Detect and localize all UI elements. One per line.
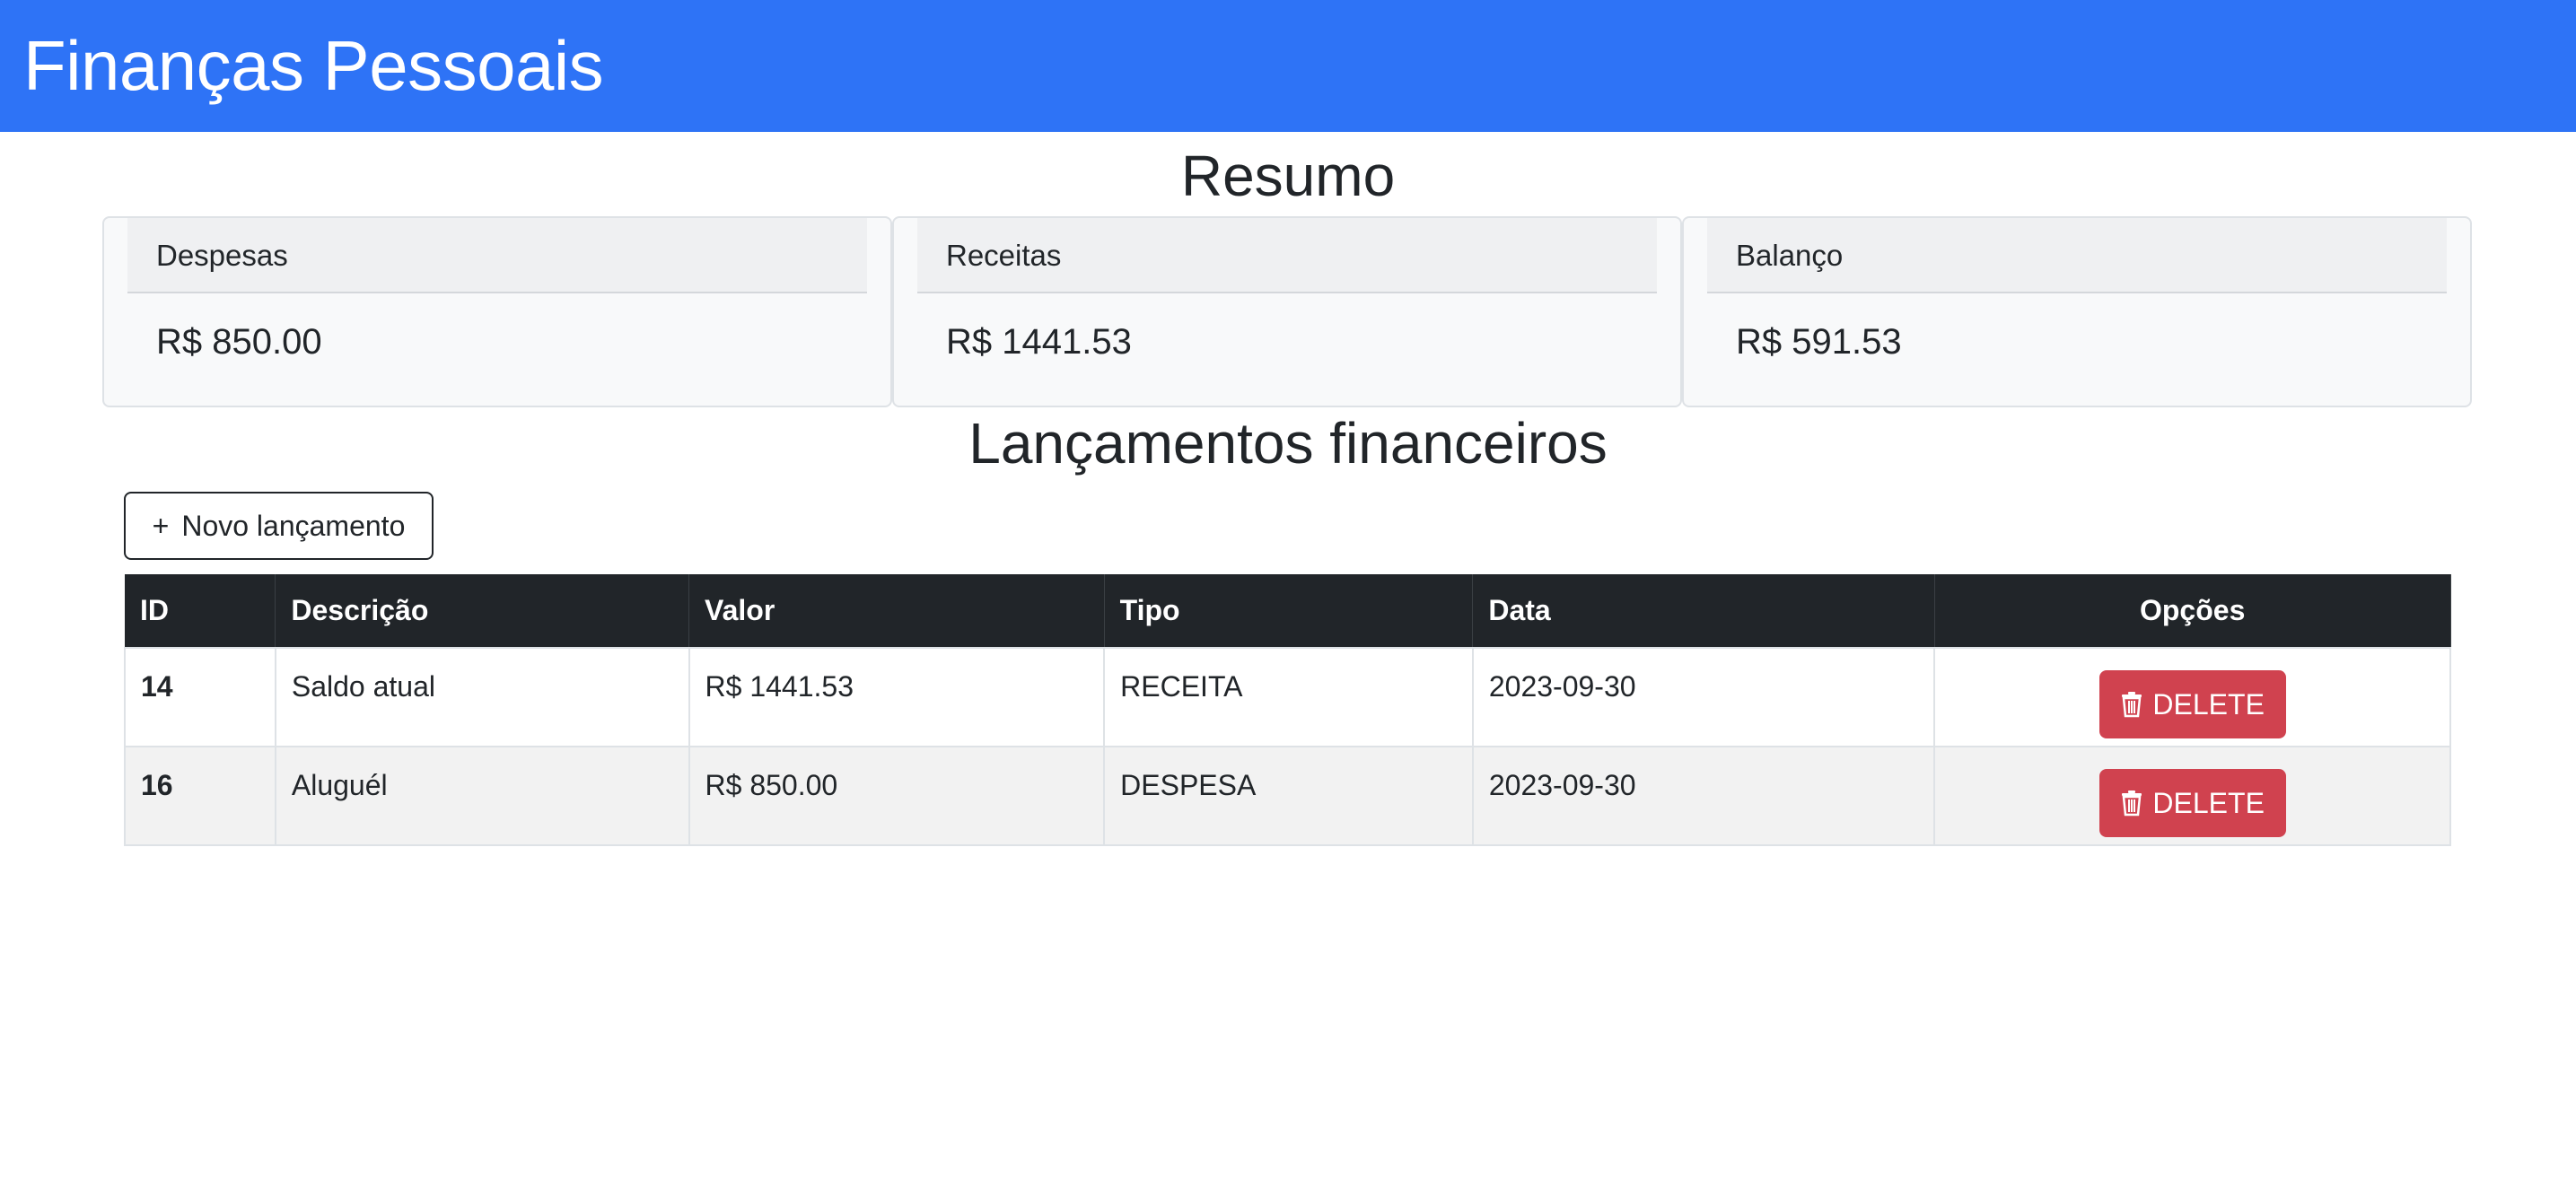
- delete-button[interactable]: DELETE: [2098, 670, 2286, 738]
- cell-id: 16: [124, 746, 276, 846]
- card-expenses-label: Despesas: [127, 218, 867, 293]
- cell-type: DESPESA: [1103, 746, 1474, 846]
- cell-options: DELETE: [1933, 647, 2451, 747]
- new-entry-button[interactable]: + Novo lançamento: [124, 492, 434, 560]
- column-header-date: Data: [1472, 574, 1935, 648]
- card-income-label: Receitas: [917, 218, 1657, 293]
- cell-date: 2023-09-30: [1471, 746, 1936, 846]
- card-balance-label: Balanço: [1707, 218, 2447, 293]
- delete-button[interactable]: DELETE: [2098, 769, 2286, 837]
- column-header-options: Opções: [1934, 574, 2451, 648]
- table-row: 14 Saldo atual R$ 1441.53 RECEITA 2023-0…: [124, 647, 2451, 747]
- card-expenses: Despesas R$ 850.00: [102, 216, 892, 407]
- entries-table: ID Descrição Valor Tipo Data Opções 14 S…: [124, 574, 2451, 846]
- plus-icon: +: [152, 510, 170, 542]
- navbar: Finanças Pessoais: [0, 0, 2576, 132]
- cell-description: Saldo atual: [274, 647, 690, 747]
- summary-cards: Despesas R$ 850.00 Receitas R$ 1441.53 B…: [102, 216, 2472, 407]
- table-row: 16 Aluguél R$ 850.00 DESPESA 2023-09-30 …: [124, 746, 2451, 846]
- delete-button-label: DELETE: [2152, 687, 2265, 721]
- column-header-type: Tipo: [1104, 574, 1474, 648]
- card-income: Receitas R$ 1441.53: [892, 216, 1682, 407]
- card-balance: Balanço R$ 591.53: [1682, 216, 2472, 407]
- cell-id: 14: [124, 647, 276, 747]
- column-header-description: Descrição: [275, 574, 690, 648]
- column-header-value: Valor: [688, 574, 1105, 648]
- trash-icon: [2122, 791, 2142, 817]
- card-balance-value: R$ 591.53: [1736, 322, 1902, 362]
- card-income-value: R$ 1441.53: [946, 322, 1132, 362]
- cell-description: Aluguél: [274, 746, 690, 846]
- card-expenses-value: R$ 850.00: [156, 322, 322, 362]
- entries-title: Lançamentos financeiros: [968, 411, 1608, 476]
- cell-value: R$ 1441.53: [688, 647, 1106, 747]
- cell-date: 2023-09-30: [1471, 647, 1936, 747]
- cell-type: RECEITA: [1103, 647, 1474, 747]
- trash-icon: [2122, 692, 2142, 718]
- cell-value: R$ 850.00: [688, 746, 1106, 846]
- delete-button-label: DELETE: [2152, 786, 2265, 819]
- cell-options: DELETE: [1933, 746, 2451, 846]
- summary-title: Resumo: [1180, 144, 1396, 208]
- new-entry-label: Novo lançamento: [181, 509, 406, 542]
- app-title: Finanças Pessoais: [23, 26, 604, 105]
- column-header-id: ID: [125, 574, 276, 648]
- table-header-row: ID Descrição Valor Tipo Data Opções: [125, 574, 2451, 648]
